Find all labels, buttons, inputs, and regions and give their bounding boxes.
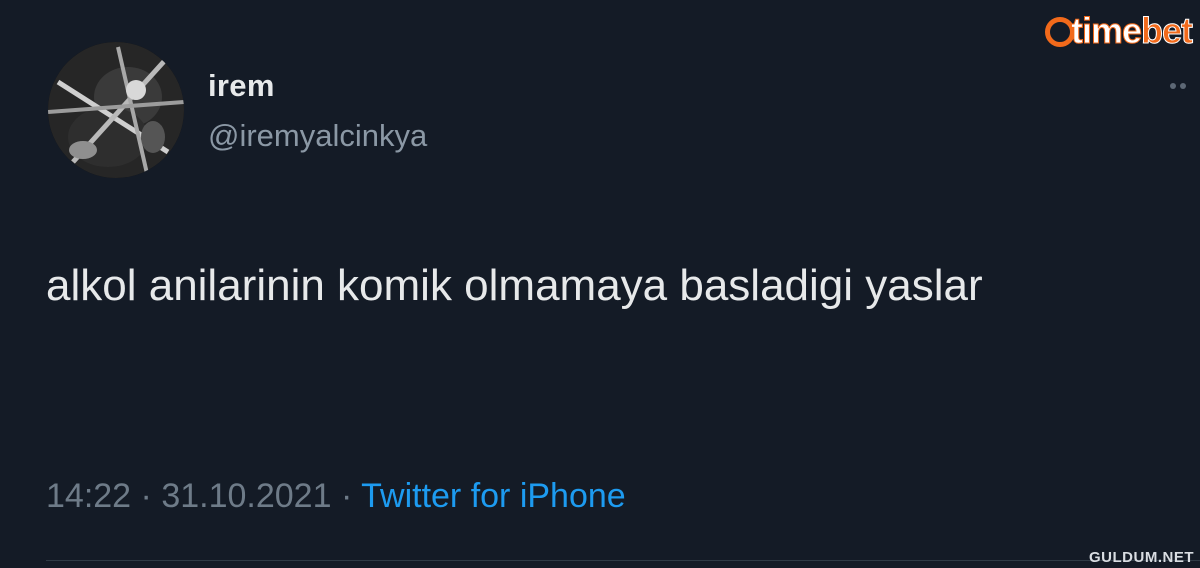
- brand-logo-text-b: bet: [1141, 10, 1194, 52]
- brand-logo: time bet: [1044, 10, 1194, 52]
- display-name[interactable]: irem: [208, 68, 275, 104]
- user-handle[interactable]: @iremyalcinkya: [208, 118, 427, 154]
- more-icon[interactable]: [1160, 80, 1186, 92]
- tweet-meta: 14:22 · 31.10.2021 · Twitter for iPhone: [46, 477, 626, 516]
- tweet-text: alkol anilarinin komik olmamaya basladig…: [46, 261, 983, 310]
- meta-separator: ·: [340, 477, 353, 515]
- brand-logo-text-a: time: [1070, 10, 1142, 52]
- avatar[interactable]: [48, 42, 184, 178]
- meta-separator: ·: [140, 477, 152, 515]
- divider: [46, 560, 1200, 561]
- tweet-date[interactable]: 31.10.2021: [161, 477, 331, 515]
- tweet-time[interactable]: 14:22: [46, 477, 131, 515]
- avatar-image: [48, 42, 184, 178]
- tweet-source-link[interactable]: Twitter for iPhone: [361, 477, 626, 515]
- watermark: GULDUM.NET: [1089, 549, 1194, 566]
